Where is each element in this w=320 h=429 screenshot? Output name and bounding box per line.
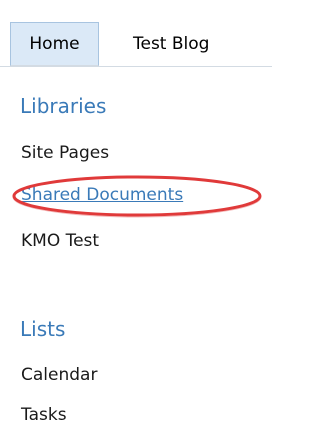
libraries-heading[interactable]: Libraries — [20, 94, 106, 118]
tab-home[interactable]: Home — [10, 22, 99, 66]
quicklaunch-item-shared-documents[interactable]: Shared Documents — [21, 185, 183, 205]
quicklaunch-item-tasks[interactable]: Tasks — [21, 405, 67, 425]
tab-test-blog[interactable]: Test Blog — [133, 22, 209, 66]
lists-heading[interactable]: Lists — [20, 317, 65, 341]
quicklaunch-item-calendar[interactable]: Calendar — [21, 365, 97, 385]
top-navigation-bar: Home Test Blog — [0, 22, 272, 67]
quicklaunch-item-site-pages[interactable]: Site Pages — [21, 143, 109, 163]
quicklaunch-item-kmo-test[interactable]: KMO Test — [21, 231, 99, 251]
